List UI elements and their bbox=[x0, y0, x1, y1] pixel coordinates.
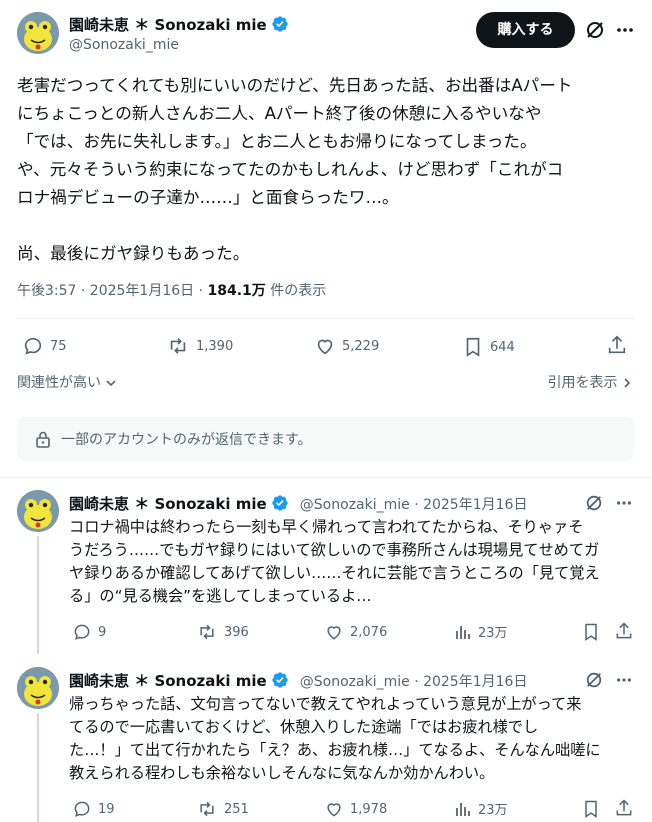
bookmark-button[interactable] bbox=[581, 798, 601, 820]
verified-badge-icon bbox=[271, 494, 289, 512]
reply-author-name[interactable]: 園崎未恵 ＊ Sonozaki mie bbox=[69, 495, 267, 513]
like-button[interactable]: 1,978 bbox=[324, 799, 387, 819]
like-count: 5,229 bbox=[342, 338, 380, 354]
bookmark-button[interactable] bbox=[581, 621, 601, 643]
reply-text: コロナ禍中は終わったら一刻も早く帰れって言われてたからね、そりゃァそ うだろう…… bbox=[69, 518, 600, 605]
reply-handle-date[interactable]: @Sonozaki_mie · 2025年1月16日 bbox=[300, 674, 528, 690]
views-count: 23万 bbox=[478, 803, 508, 818]
buy-button[interactable]: 購入する bbox=[476, 12, 575, 48]
reply-button[interactable]: 19 bbox=[72, 799, 115, 819]
retweet-icon bbox=[200, 801, 214, 817]
heart-icon bbox=[327, 626, 341, 640]
share-button[interactable] bbox=[606, 334, 628, 356]
bookmark-button[interactable]: 644 bbox=[462, 335, 515, 359]
retweet-count: 1,390 bbox=[196, 338, 234, 354]
reply-icon bbox=[74, 624, 90, 640]
author-name-text[interactable]: 園崎未恵 ＊ Sonozaki mie bbox=[69, 16, 267, 34]
reply-count: 19 bbox=[98, 801, 115, 817]
retweet-icon bbox=[200, 624, 214, 640]
heart-icon bbox=[317, 339, 333, 355]
reply-count: 9 bbox=[98, 624, 107, 640]
reply-avatar[interactable] bbox=[17, 490, 59, 532]
share-button[interactable] bbox=[614, 621, 634, 641]
views-chart-icon bbox=[456, 625, 470, 639]
view-quotes-link[interactable]: 引用を表示 bbox=[548, 372, 632, 392]
bookmark-count: 644 bbox=[490, 339, 515, 355]
reply-restriction-text: 一部のアカウントのみが返信できます。 bbox=[61, 432, 312, 448]
slash-circle-icon[interactable] bbox=[585, 20, 605, 40]
tweet-meta: 午後3:57 · 2025年1月16日 · 184.1万 件の表示 bbox=[17, 280, 326, 300]
reply-header: 園崎未恵 ＊ Sonozaki mie @Sonozaki_mie · 2025… bbox=[69, 670, 527, 691]
author-name[interactable]: 園崎未恵 ＊ Sonozaki mie bbox=[69, 14, 289, 35]
thread-line bbox=[37, 713, 39, 822]
retweet-count: 251 bbox=[224, 801, 249, 817]
retweet-icon bbox=[170, 338, 186, 354]
reply-restriction-notice: 一部のアカウントのみが返信できます。 bbox=[17, 417, 634, 461]
more-dots-icon[interactable] bbox=[615, 20, 635, 40]
share-button[interactable] bbox=[614, 798, 634, 818]
views-button[interactable]: 23万 bbox=[454, 799, 508, 818]
quotes-label: 引用を表示 bbox=[547, 375, 618, 391]
share-icon bbox=[616, 799, 632, 816]
like-count: 1,978 bbox=[350, 801, 388, 817]
share-icon bbox=[616, 622, 632, 639]
reply-author-name[interactable]: 園崎未恵 ＊ Sonozaki mie bbox=[69, 672, 267, 690]
verified-badge-icon bbox=[271, 671, 289, 689]
retweet-count: 396 bbox=[224, 624, 249, 640]
bookmark-icon bbox=[585, 800, 597, 818]
share-icon bbox=[608, 335, 626, 354]
reply-text: 帰っちゃった話、文句言ってないで教えてやれよっていう意見が上がって来 てるので一… bbox=[69, 695, 601, 782]
bookmark-icon bbox=[585, 623, 597, 641]
tweet-text: 老害だつってくれても別にいいのだけど、先日あった話、お出番はAパート にちょこっ… bbox=[17, 76, 573, 263]
like-button[interactable]: 5,229 bbox=[314, 335, 379, 357]
retweet-button[interactable]: 396 bbox=[196, 622, 249, 642]
reply-icon bbox=[24, 337, 42, 355]
like-button[interactable]: 2,076 bbox=[324, 622, 387, 642]
sort-label: 関連性が高い bbox=[17, 375, 101, 391]
views-chart-icon bbox=[456, 802, 470, 816]
lock-icon bbox=[36, 431, 50, 448]
avatar[interactable] bbox=[17, 12, 59, 54]
reply-count: 75 bbox=[50, 338, 67, 354]
author-handle[interactable]: @Sonozaki_mie bbox=[69, 37, 179, 53]
views-button[interactable]: 23万 bbox=[454, 622, 508, 641]
more-dots-icon[interactable] bbox=[615, 671, 633, 689]
bookmark-icon bbox=[466, 337, 480, 357]
tweet-views-suffix: 件の表示 bbox=[265, 283, 327, 299]
chevron-down-icon bbox=[106, 380, 117, 387]
like-count: 2,076 bbox=[350, 624, 388, 640]
reply-header: 園崎未恵 ＊ Sonozaki mie @Sonozaki_mie · 2025… bbox=[69, 493, 527, 514]
reply-avatar[interactable] bbox=[17, 667, 59, 709]
retweet-button[interactable]: 251 bbox=[196, 799, 249, 819]
slash-circle-icon[interactable] bbox=[585, 671, 603, 689]
more-dots-icon[interactable] bbox=[615, 494, 633, 512]
divider bbox=[17, 318, 635, 319]
chevron-right-icon bbox=[624, 378, 631, 388]
reply-icon bbox=[74, 801, 90, 817]
tweet-time[interactable]: 午後3:57 · 2025年1月16日 · bbox=[17, 283, 208, 299]
reply-button[interactable]: 75 bbox=[22, 335, 67, 357]
heart-icon bbox=[327, 803, 341, 817]
divider bbox=[0, 477, 652, 478]
slash-circle-icon[interactable] bbox=[585, 494, 603, 512]
reply-handle-date[interactable]: @Sonozaki_mie · 2025年1月16日 bbox=[300, 497, 528, 513]
thread-line bbox=[37, 536, 39, 654]
tweet-views: 184.1万 bbox=[207, 283, 266, 299]
views-count: 23万 bbox=[478, 626, 508, 641]
reply-button[interactable]: 9 bbox=[72, 622, 106, 642]
verified-badge-icon bbox=[271, 15, 289, 33]
retweet-button[interactable]: 1,390 bbox=[166, 335, 233, 357]
sort-dropdown[interactable]: 関連性が高い bbox=[17, 372, 117, 392]
